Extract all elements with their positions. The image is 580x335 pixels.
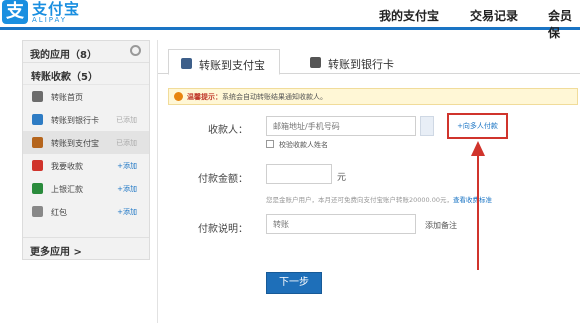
sidebar: 我的应用（8） 转账收款（5） 转账首页 转账到银行卡 已添加 转账到支付宝 已…: [22, 40, 150, 260]
tab-label: 转账到支付宝: [199, 59, 265, 72]
sidebar-item-label: 我要收款: [51, 162, 83, 171]
next-step-button[interactable]: 下一步: [266, 272, 322, 294]
verify-name-checkbox[interactable]: [266, 140, 274, 148]
card-icon: [310, 57, 321, 68]
memo-input[interactable]: [266, 214, 416, 234]
notice-text: 系统会自动转账结果通知收款人。: [222, 93, 327, 101]
nav-my-alipay[interactable]: 我的支付宝: [379, 7, 439, 24]
amount-unit: 元: [337, 173, 347, 183]
add-link[interactable]: +添加: [117, 161, 137, 171]
warning-icon: [174, 92, 183, 101]
shield-icon: [181, 58, 192, 69]
alipay-logo[interactable]: 支 支付宝 ALIPAY: [2, 0, 132, 28]
sidebar-item-label: 红包: [51, 208, 67, 217]
fee-standard-link[interactable]: 查看收费标准: [453, 196, 492, 204]
more-apps-link[interactable]: 更多应用 >: [23, 237, 149, 259]
notice-bar: 温馨提示：系统会自动转账结果通知收款人。: [168, 88, 578, 105]
quota-hint: 您是金账户用户，本月还可免费向支付宝账户转账20000.00元，查看收费标准: [266, 194, 492, 204]
logo-text-en: ALIPAY: [32, 16, 68, 24]
contacts-icon[interactable]: [420, 116, 434, 136]
home-icon: [32, 91, 43, 102]
tab-label: 转账到银行卡: [328, 58, 394, 71]
sidebar-item-remittance[interactable]: 上银汇款 +添加: [23, 177, 149, 200]
transfer-section-title[interactable]: 转账收款（5）: [23, 63, 149, 85]
added-tag: 已添加: [116, 116, 137, 124]
sidebar-item-label: 上银汇款: [51, 185, 83, 194]
top-header: 支 支付宝 ALIPAY 我的支付宝 交易记录 会员保: [0, 0, 580, 40]
my-apps-header: 我的应用（8）: [23, 41, 149, 63]
tab-bar: 转账到支付宝 转账到银行卡: [158, 44, 580, 75]
nav-transactions[interactable]: 交易记录: [470, 7, 518, 24]
notice-title: 温馨提示：: [187, 93, 222, 101]
alipay-logo-icon: 支: [2, 0, 28, 24]
pay-multiple-button[interactable]: +向多人付款: [447, 113, 508, 139]
sidebar-item-bank-card[interactable]: 转账到银行卡 已添加: [23, 108, 149, 131]
amount-input[interactable]: [266, 164, 332, 184]
sidebar-item-label: 转账到银行卡: [51, 116, 99, 125]
sidebar-item-label: 转账首页: [51, 93, 83, 102]
alipay-transfer-icon: [32, 137, 43, 148]
amount-label: 付款金额：: [198, 174, 248, 185]
gear-icon[interactable]: [130, 45, 141, 56]
add-memo-link[interactable]: 添加备注: [425, 220, 457, 231]
payee-input[interactable]: [266, 116, 416, 136]
verify-name-label: 校验收款人姓名: [279, 141, 328, 149]
nav-membership[interactable]: 会员保: [548, 7, 580, 41]
collect-money-icon: [32, 160, 43, 171]
my-apps-label: 我的应用（8）: [30, 50, 97, 61]
sidebar-item-transfer-home[interactable]: 转账首页: [23, 85, 149, 108]
bank-card-icon: [32, 114, 43, 125]
tab-transfer-to-alipay[interactable]: 转账到支付宝: [168, 49, 280, 75]
sidebar-item-red-packet[interactable]: 红包 +添加: [23, 200, 149, 223]
add-link[interactable]: +添加: [117, 184, 137, 194]
red-packet-icon: [32, 206, 43, 217]
quota-hint-text: 您是金账户用户，本月还可免费向支付宝账户转账20000.00元，: [266, 196, 454, 204]
add-link[interactable]: +添加: [117, 207, 137, 217]
added-tag: 已添加: [116, 139, 137, 147]
sidebar-item-collect[interactable]: 我要收款 +添加: [23, 154, 149, 177]
sidebar-item-label: 转账到支付宝: [51, 139, 99, 148]
memo-label: 付款说明：: [198, 224, 248, 235]
tab-transfer-to-bank[interactable]: 转账到银行卡: [298, 49, 410, 75]
payee-label: 收款人：: [208, 125, 248, 136]
sidebar-item-alipay-transfer[interactable]: 转账到支付宝 已添加: [23, 131, 149, 154]
remittance-icon: [32, 183, 43, 194]
